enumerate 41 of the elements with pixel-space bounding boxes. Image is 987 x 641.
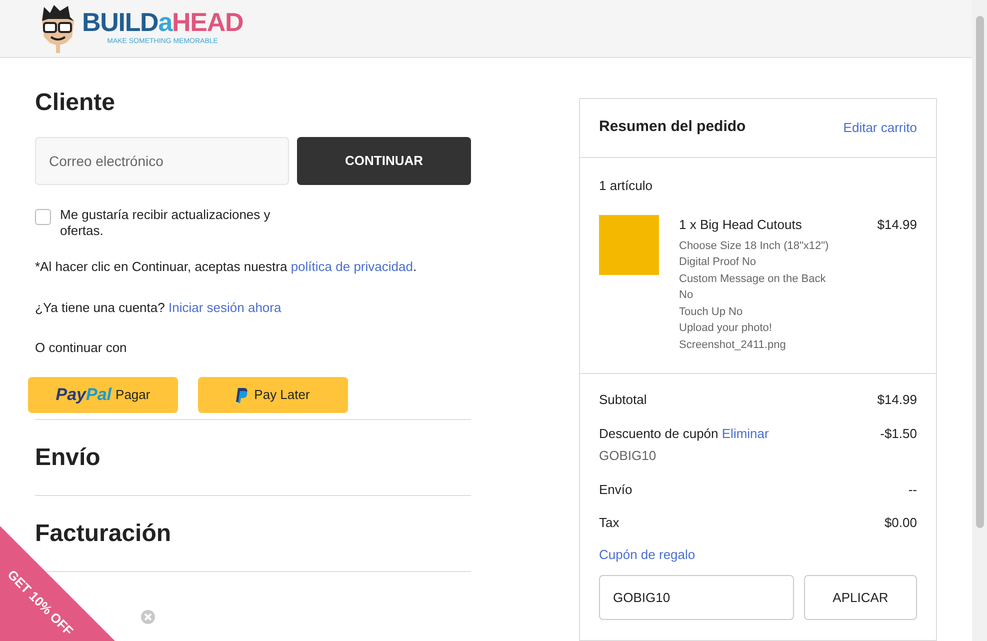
total-value: $14.99 (877, 391, 917, 409)
total-value: $0.00 (884, 514, 917, 532)
newsletter-label: Me gustaría recibir actualizaciones y ofertas. (60, 206, 272, 238)
account-prompt: ¿Ya tiene una cuenta? Iniciar sesión ahora (35, 299, 282, 317)
checkbox[interactable] (35, 208, 51, 224)
pay-later-button[interactable]: Pay Later (198, 377, 348, 413)
item-option: Choose Size 18 Inch (18"x12") (679, 238, 839, 254)
paypal-icon (236, 388, 248, 402)
item-option: Upload your photo! Screenshot_2411.png (679, 320, 839, 353)
login-link[interactable]: Iniciar sesión ahora (168, 300, 282, 315)
edit-cart-link[interactable]: Editar carrito (843, 118, 917, 138)
remove-coupon-link[interactable]: Eliminar (722, 426, 769, 440)
total-label: Tax (599, 515, 620, 530)
gift-coupon-link[interactable]: Cupón de regalo (599, 544, 917, 564)
total-label: Descuento de cupón (599, 426, 718, 440)
item-price: $14.99 (877, 216, 917, 234)
item-count: 1 artículo (599, 176, 654, 194)
privacy-link[interactable]: política de privacidad (290, 258, 413, 274)
item-option: Touch Up No (679, 304, 839, 320)
section-heading: Cliente (35, 88, 116, 118)
apply-button[interactable]: APLICAR (804, 575, 917, 620)
alternative-text: O continuar con (35, 338, 128, 356)
item-option: Custom Message on the Back No (679, 270, 839, 304)
summary-title: Resumen del pedido (599, 117, 746, 138)
coupon-code: GOBIG10 (599, 447, 658, 465)
total-value: -- (908, 480, 917, 498)
close-icon[interactable] (141, 610, 155, 624)
paypal-button[interactable]: PayPal Pagar (28, 377, 178, 413)
item-option: Digital Proof No (679, 254, 839, 270)
total-value: -$1.50 (880, 424, 917, 442)
brand-logo: BUILDaHEAD (82, 9, 244, 35)
item-name: 1 x Big Head Cutouts (679, 216, 803, 234)
total-label: Envío (599, 482, 632, 496)
email-field[interactable]: Correo electrónico (35, 136, 289, 184)
coupon-field[interactable]: GOBIG10 (599, 575, 794, 620)
photo-placeholder (599, 215, 659, 275)
privacy-notice: *Al hacer clic en Continuar, aceptas nuestra política de privacidad. (35, 258, 418, 276)
section-heading[interactable]: Envío (35, 440, 100, 476)
scrollbar[interactable] (972, 0, 987, 641)
total-label: Subtotal (599, 392, 647, 407)
continue-button[interactable]: CONTINUAR (297, 136, 471, 184)
